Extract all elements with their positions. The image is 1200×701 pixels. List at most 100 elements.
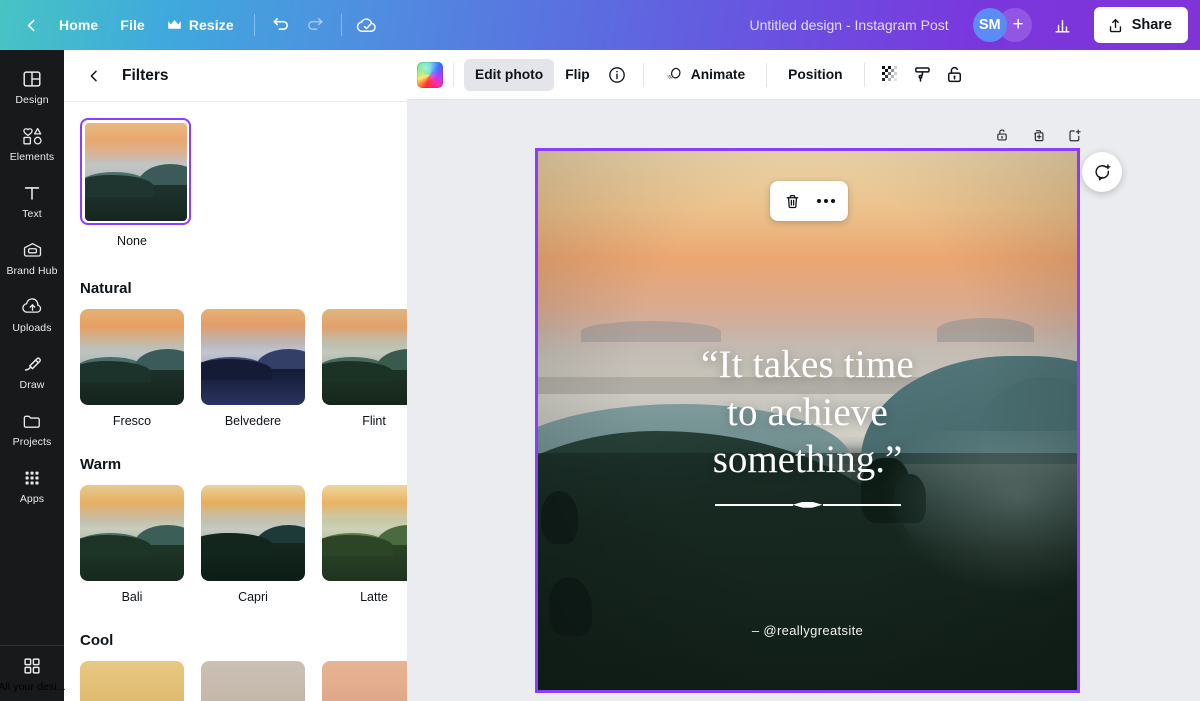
filter-item-bali[interactable]: Bali — [80, 485, 184, 604]
sidebar-item-label: Draw — [19, 379, 45, 391]
filter-item-none[interactable]: None — [80, 118, 191, 248]
panel-back-button[interactable] — [80, 62, 108, 90]
transparency-checker-icon — [880, 64, 901, 85]
page-lock-button[interactable] — [989, 122, 1015, 148]
add-comment-icon — [1092, 162, 1113, 183]
filter-item-fresco[interactable]: Fresco — [80, 309, 184, 428]
brand-wallet-icon — [21, 239, 44, 261]
rainbow-color-icon[interactable] — [417, 61, 443, 88]
top-bar-left-group: Home File Resize — [0, 0, 385, 50]
filter-section-cool: Cool — [80, 632, 407, 701]
add-comment-button[interactable] — [1082, 152, 1122, 192]
filter-row — [80, 661, 407, 701]
filter-thumbnail — [322, 485, 407, 581]
filter-section-natural: Natural Fresco Belvedere Flint — [80, 280, 407, 428]
section-title: Natural — [80, 280, 132, 297]
text-t-icon — [21, 182, 43, 204]
share-button[interactable]: Share — [1093, 7, 1188, 43]
pen-icon — [21, 353, 43, 375]
squares-icon — [21, 655, 43, 677]
section-title: Warm — [80, 456, 122, 473]
sidebar-item-apps[interactable]: Apps — [2, 459, 62, 511]
mountain-sunrise-photo — [538, 151, 1077, 690]
add-page-button[interactable] — [1061, 122, 1087, 148]
element-float-toolbar — [770, 181, 848, 221]
share-label: Share — [1131, 17, 1172, 33]
more-options-button[interactable] — [810, 185, 842, 217]
filter-row: Fresco Belvedere Flint — [80, 309, 407, 428]
document-title[interactable]: Untitled design - Instagram Post — [739, 11, 958, 39]
design-canvas-page[interactable]: “It takes time to achieve something.” – … — [535, 148, 1080, 693]
flip-button[interactable]: Flip — [554, 59, 601, 91]
avatar[interactable]: SM — [972, 8, 1007, 42]
home-button[interactable]: Home — [48, 8, 109, 42]
sidebar-item-label: Elements — [9, 151, 55, 163]
grid-dots-icon — [21, 467, 43, 489]
filter-item-flint[interactable]: Flint — [322, 309, 407, 428]
filter-thumbnail — [201, 661, 305, 701]
info-button[interactable] — [601, 59, 633, 91]
top-bar: Home File Resize Untitled design - Insta… — [0, 0, 1200, 50]
filter-item-cool-2[interactable] — [201, 661, 305, 701]
sidebar-item-projects[interactable]: Projects — [2, 402, 62, 454]
home-label: Home — [59, 17, 99, 33]
transparency-button[interactable] — [875, 59, 907, 91]
editor-workspace: Edit photo Flip Animate Position “It tak… — [407, 50, 1200, 701]
sidebar-item-elements[interactable]: Elements — [2, 117, 62, 169]
sidebar-item-label: Apps — [19, 493, 45, 505]
sidebar-item-draw[interactable]: Draw — [2, 345, 62, 397]
filter-label: Flint — [362, 414, 386, 428]
filter-item-cool-3[interactable] — [322, 661, 407, 701]
delete-button[interactable] — [776, 185, 808, 217]
lock-open-icon — [944, 64, 965, 85]
filter-label: Bali — [121, 590, 143, 604]
filter-thumbnail — [322, 661, 407, 701]
share-upload-icon — [1107, 17, 1124, 34]
animate-icon — [665, 65, 684, 84]
more-dots-icon — [817, 199, 835, 203]
edit-photo-button[interactable]: Edit photo — [464, 58, 555, 91]
paint-roller-button[interactable] — [907, 59, 939, 91]
filters-list[interactable]: None Natural Fresco Belvedere Flint Warm… — [64, 102, 407, 701]
cloud-upload-icon — [21, 296, 44, 318]
filter-thumbnail — [201, 485, 305, 581]
filter-none-group: None — [80, 102, 407, 248]
undo-button[interactable] — [264, 8, 298, 42]
toolbar-divider-2 — [340, 14, 342, 36]
page-title: Filters — [122, 66, 169, 84]
toolbar-divider-1 — [253, 14, 255, 36]
sidebar-item-design[interactable]: Design — [2, 60, 62, 112]
duplicate-page-button[interactable] — [1025, 122, 1051, 148]
cloud-saved-button[interactable] — [351, 8, 385, 42]
position-label: Position — [788, 67, 843, 82]
selected-outline — [80, 118, 191, 225]
redo-icon — [305, 15, 325, 35]
redo-button[interactable] — [298, 8, 332, 42]
filter-item-belvedere[interactable]: Belvedere — [201, 309, 305, 428]
resize-button[interactable]: Resize — [156, 8, 245, 42]
back-button[interactable] — [14, 8, 48, 42]
file-label: File — [120, 17, 145, 33]
sidebar-item-all-designs[interactable]: All your desi... — [0, 645, 66, 701]
filter-thumbnail — [80, 309, 184, 405]
animate-button[interactable]: Animate — [654, 59, 756, 91]
sidebar-item-brand-hub[interactable]: Brand Hub — [2, 231, 62, 283]
top-bar-right-group: Untitled design - Instagram Post SM + Sh… — [739, 0, 1200, 50]
sidebar-item-label: Brand Hub — [6, 265, 58, 277]
panel-header: Filters — [64, 50, 407, 102]
filter-item-latte[interactable]: Latte — [322, 485, 407, 604]
file-menu-button[interactable]: File — [109, 8, 156, 42]
sidebar-item-label: Design — [15, 94, 49, 106]
position-button[interactable]: Position — [777, 59, 853, 91]
sidebar-item-text[interactable]: Text — [2, 174, 62, 226]
filter-item-capri[interactable]: Capri — [201, 485, 305, 604]
filter-item-cool-1[interactable] — [80, 661, 184, 701]
filter-label: Latte — [360, 590, 388, 604]
toolbar-divider — [453, 62, 454, 87]
sidebar-item-uploads[interactable]: Uploads — [2, 288, 62, 340]
lock-button[interactable] — [939, 59, 971, 91]
layout-icon — [21, 68, 43, 90]
insights-button[interactable] — [1044, 8, 1082, 42]
trash-icon — [783, 192, 802, 211]
filter-section-warm: Warm Bali Capri Latte — [80, 456, 407, 604]
